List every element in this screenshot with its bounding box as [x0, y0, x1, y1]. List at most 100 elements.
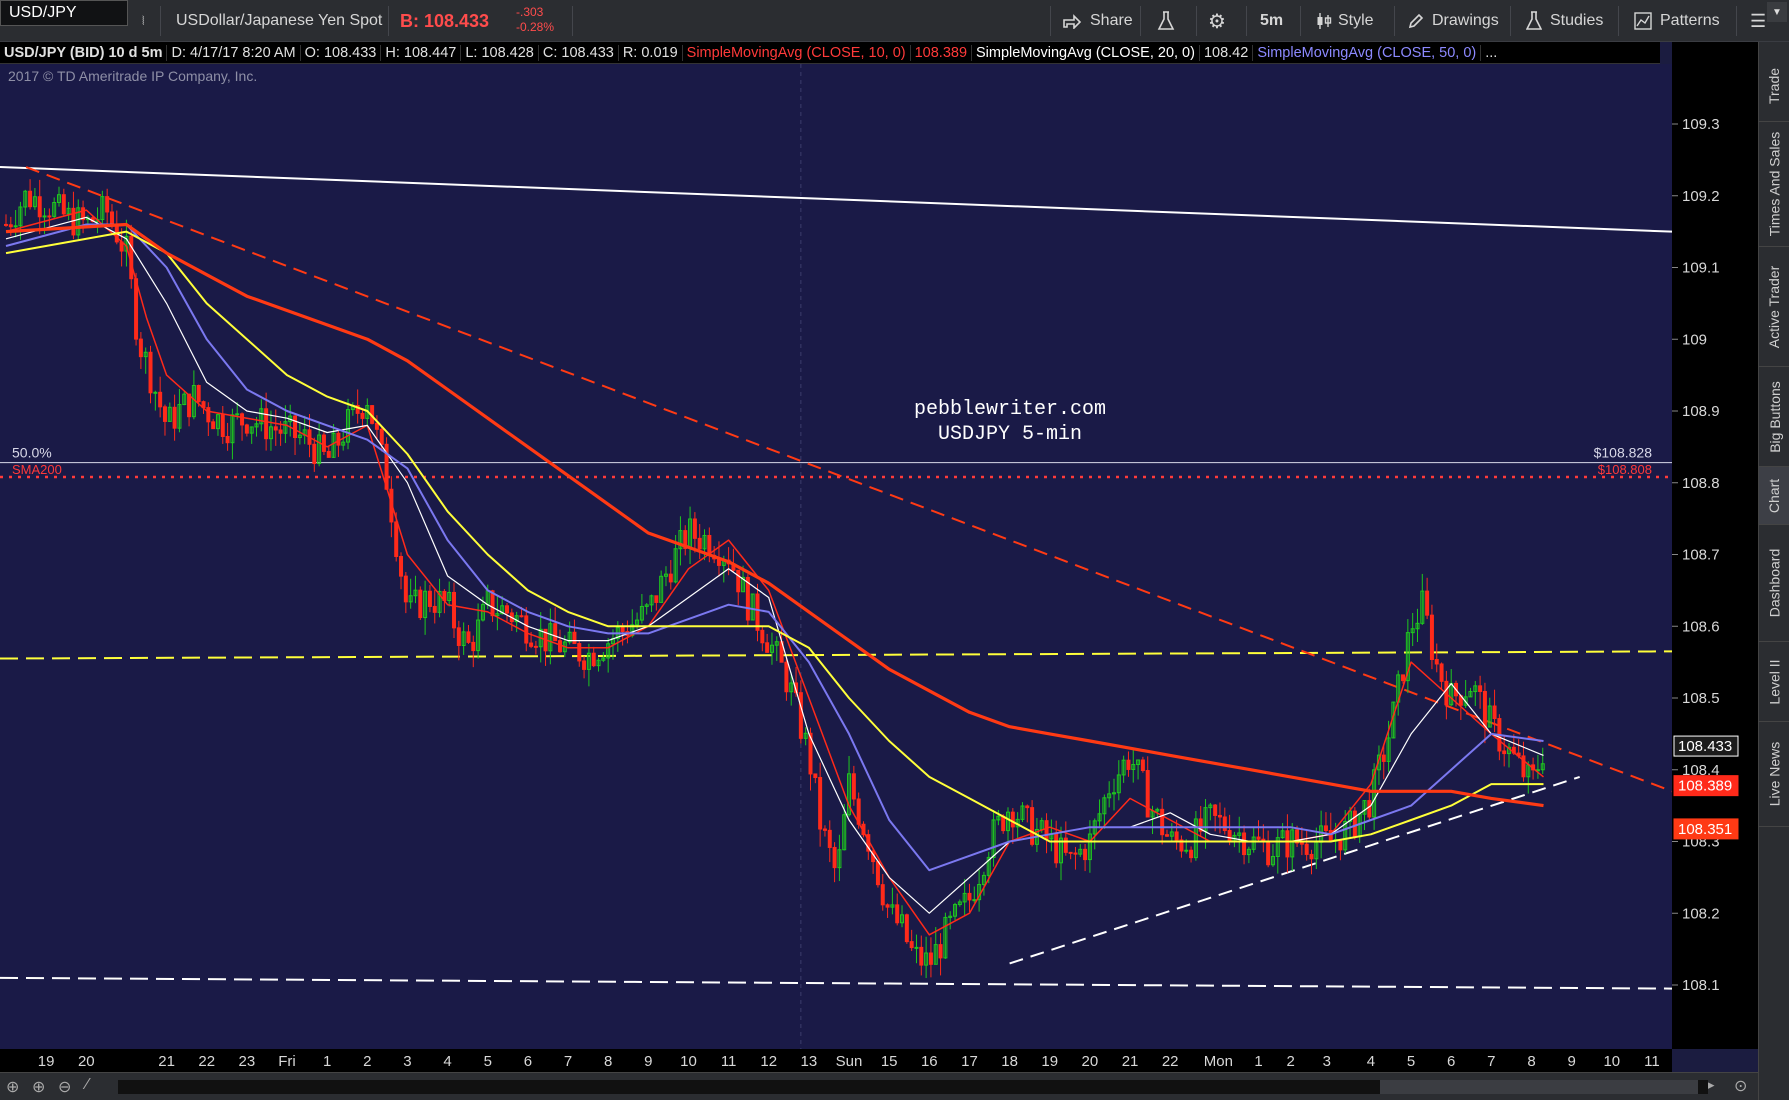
link-icon[interactable]: ⦚ [142, 0, 145, 42]
sma10-line [5, 209, 1544, 936]
x-tick-label: 11 [1644, 1053, 1660, 1070]
study-info-bar: USD/JPY (BID) 10 d 5m D: 4/17/17 8:20 AM… [0, 42, 1660, 64]
chart-canvas[interactable]: 50.0% SMA200 $108.828 $108.808 pebblewriter.… [0, 64, 1673, 1049]
time-axis[interactable]: 19 20 21 22 23 Fri 1 2 3 4 5 6 7 8 9 10 11 12 13 Sun 15 16 17 1… [0, 1049, 1672, 1072]
fib-50-price: $108.828 [1594, 445, 1653, 461]
sma10-label[interactable]: SimpleMovingAvg (CLOSE, 10, 0) [683, 44, 911, 61]
symbol-selector[interactable]: USD/JPY ▼ [0, 0, 1787, 26]
drawings-button[interactable]: Drawings [1408, 0, 1499, 42]
candle-body [158, 391, 163, 408]
sma50-label[interactable]: SimpleMovingAvg (CLOSE, 50, 0) [1253, 44, 1482, 61]
drawing-mode-icon[interactable]: ⁄ [86, 1076, 89, 1094]
candle-body [755, 593, 760, 631]
menu-icon[interactable]: ☰ [1750, 0, 1766, 42]
divider [160, 6, 161, 36]
tab-big-buttons[interactable]: Big Buttons [1759, 367, 1789, 467]
x-tick-label: 6 [524, 1053, 532, 1070]
expand-icon[interactable]: ⊙ [1734, 1076, 1747, 1096]
candle-body [822, 828, 827, 831]
candle-body [928, 952, 933, 965]
crosshair-icon[interactable]: ⊕ [6, 1077, 19, 1097]
tab-live-news[interactable]: Live News [1759, 722, 1789, 827]
x-tick-label: 19 [38, 1053, 55, 1070]
tab-label: Big Buttons [1766, 380, 1783, 453]
candle-body [452, 591, 457, 629]
info-range: R: 0.019 [619, 44, 683, 61]
studies-button[interactable]: Studies [1526, 0, 1603, 42]
candle-body [736, 569, 741, 593]
symbol-text: USD/JPY [9, 4, 77, 21]
pencil-icon [1408, 13, 1424, 29]
candle-body [1309, 853, 1314, 860]
flask-icon[interactable] [1157, 0, 1175, 42]
tab-dashboard[interactable]: Dashboard [1759, 525, 1789, 642]
candle-body [1001, 815, 1006, 832]
candle-body [798, 692, 803, 739]
zoom-in-icon[interactable]: ⊕ [32, 1077, 45, 1097]
x-tick-label: 10 [680, 1053, 697, 1070]
candle-body [1222, 816, 1227, 832]
x-tick-label: 9 [644, 1053, 652, 1070]
scroll-right-icon[interactable]: ▸ [1708, 1077, 1715, 1093]
candle-body [456, 627, 461, 646]
candle-body [827, 829, 832, 848]
tab-trade[interactable]: Trade [1759, 50, 1789, 122]
candle-body [1323, 825, 1328, 831]
y-tick-label: 108.8 [1682, 475, 1720, 492]
candle-body [1025, 805, 1030, 809]
divider [1510, 6, 1511, 36]
patterns-button[interactable]: Patterns [1634, 0, 1720, 42]
scroll-thumb[interactable] [1380, 1080, 1698, 1094]
symbol-description: USDollar/Japanese Yen Spot [176, 12, 383, 29]
candle-body [692, 518, 697, 539]
info-more[interactable]: ... [1481, 45, 1501, 61]
share-icon [1062, 13, 1082, 29]
candle-body [321, 434, 326, 452]
chart-scrollbar[interactable]: ⊕ ⊕ ⊖ ⁄ ▸ ⊙ [0, 1072, 1758, 1100]
candle-body [138, 338, 143, 358]
x-tick-label: 3 [403, 1053, 411, 1070]
candle-body [591, 652, 596, 667]
chevron-down-icon[interactable]: ▼ [1767, 2, 1787, 22]
time-axis-svg: 19 20 21 22 23 Fri 1 2 3 4 5 6 7 8 9 10 11 12 13 Sun 15 16 17 1… [38, 1053, 1660, 1070]
candle-body [832, 846, 837, 869]
studies-label: Studies [1550, 12, 1604, 29]
change-percent: -0.28% [516, 20, 555, 34]
x-tick-label: 17 [961, 1053, 978, 1070]
tab-chart[interactable]: Chart [1759, 467, 1789, 525]
x-tick-label: 19 [1041, 1053, 1058, 1070]
copyright: 2017 © TD Ameritrade IP Company, Inc. [8, 68, 258, 84]
candle-body [312, 443, 317, 465]
candle-body [1439, 663, 1444, 682]
candle-body [466, 631, 471, 643]
horizontal-line-1 [0, 650, 1673, 660]
y-tick-label: 108.5 [1682, 690, 1720, 707]
sma100-line [5, 230, 1544, 843]
tab-level-ii[interactable]: Level II [1759, 642, 1789, 722]
tab-active-trader[interactable]: Active Trader [1759, 247, 1789, 367]
sma20-label[interactable]: SimpleMovingAvg (CLOSE, 20, 0) [972, 44, 1200, 61]
tab-times-and-sales[interactable]: Times And Sales [1759, 122, 1789, 247]
change-value: -.303 [516, 5, 544, 19]
style-button[interactable]: Style [1316, 0, 1374, 42]
candle-body [505, 605, 510, 614]
candle-body [524, 615, 529, 644]
candle-body [374, 422, 379, 430]
timeframe-button[interactable]: 5m [1260, 0, 1283, 42]
candle-body [813, 773, 818, 779]
candle-body [572, 631, 577, 645]
share-button[interactable]: Share [1062, 0, 1133, 42]
candle-body [1044, 820, 1049, 840]
candle-body [13, 225, 18, 228]
price-chart: 50.0%SMA200 $108.828$108.808 pebblewriter.… [0, 64, 1673, 1049]
price-axis-svg: 108.1108.2108.3108.4108.5108.6108.7108.8… [1672, 116, 1739, 994]
zoom-out-icon[interactable]: ⊖ [58, 1077, 71, 1097]
candle-body [885, 904, 890, 908]
candle-body [760, 629, 765, 644]
candle-body [909, 941, 914, 949]
price-axis[interactable]: 108.1 108.2 108.3 108.4 108.5 108.6 108.7 108.8… [1672, 42, 1758, 1049]
gear-icon[interactable]: ⚙ [1208, 0, 1226, 42]
divider [572, 6, 573, 36]
x-tick-label: 13 [801, 1053, 818, 1070]
candle-body [914, 946, 919, 949]
